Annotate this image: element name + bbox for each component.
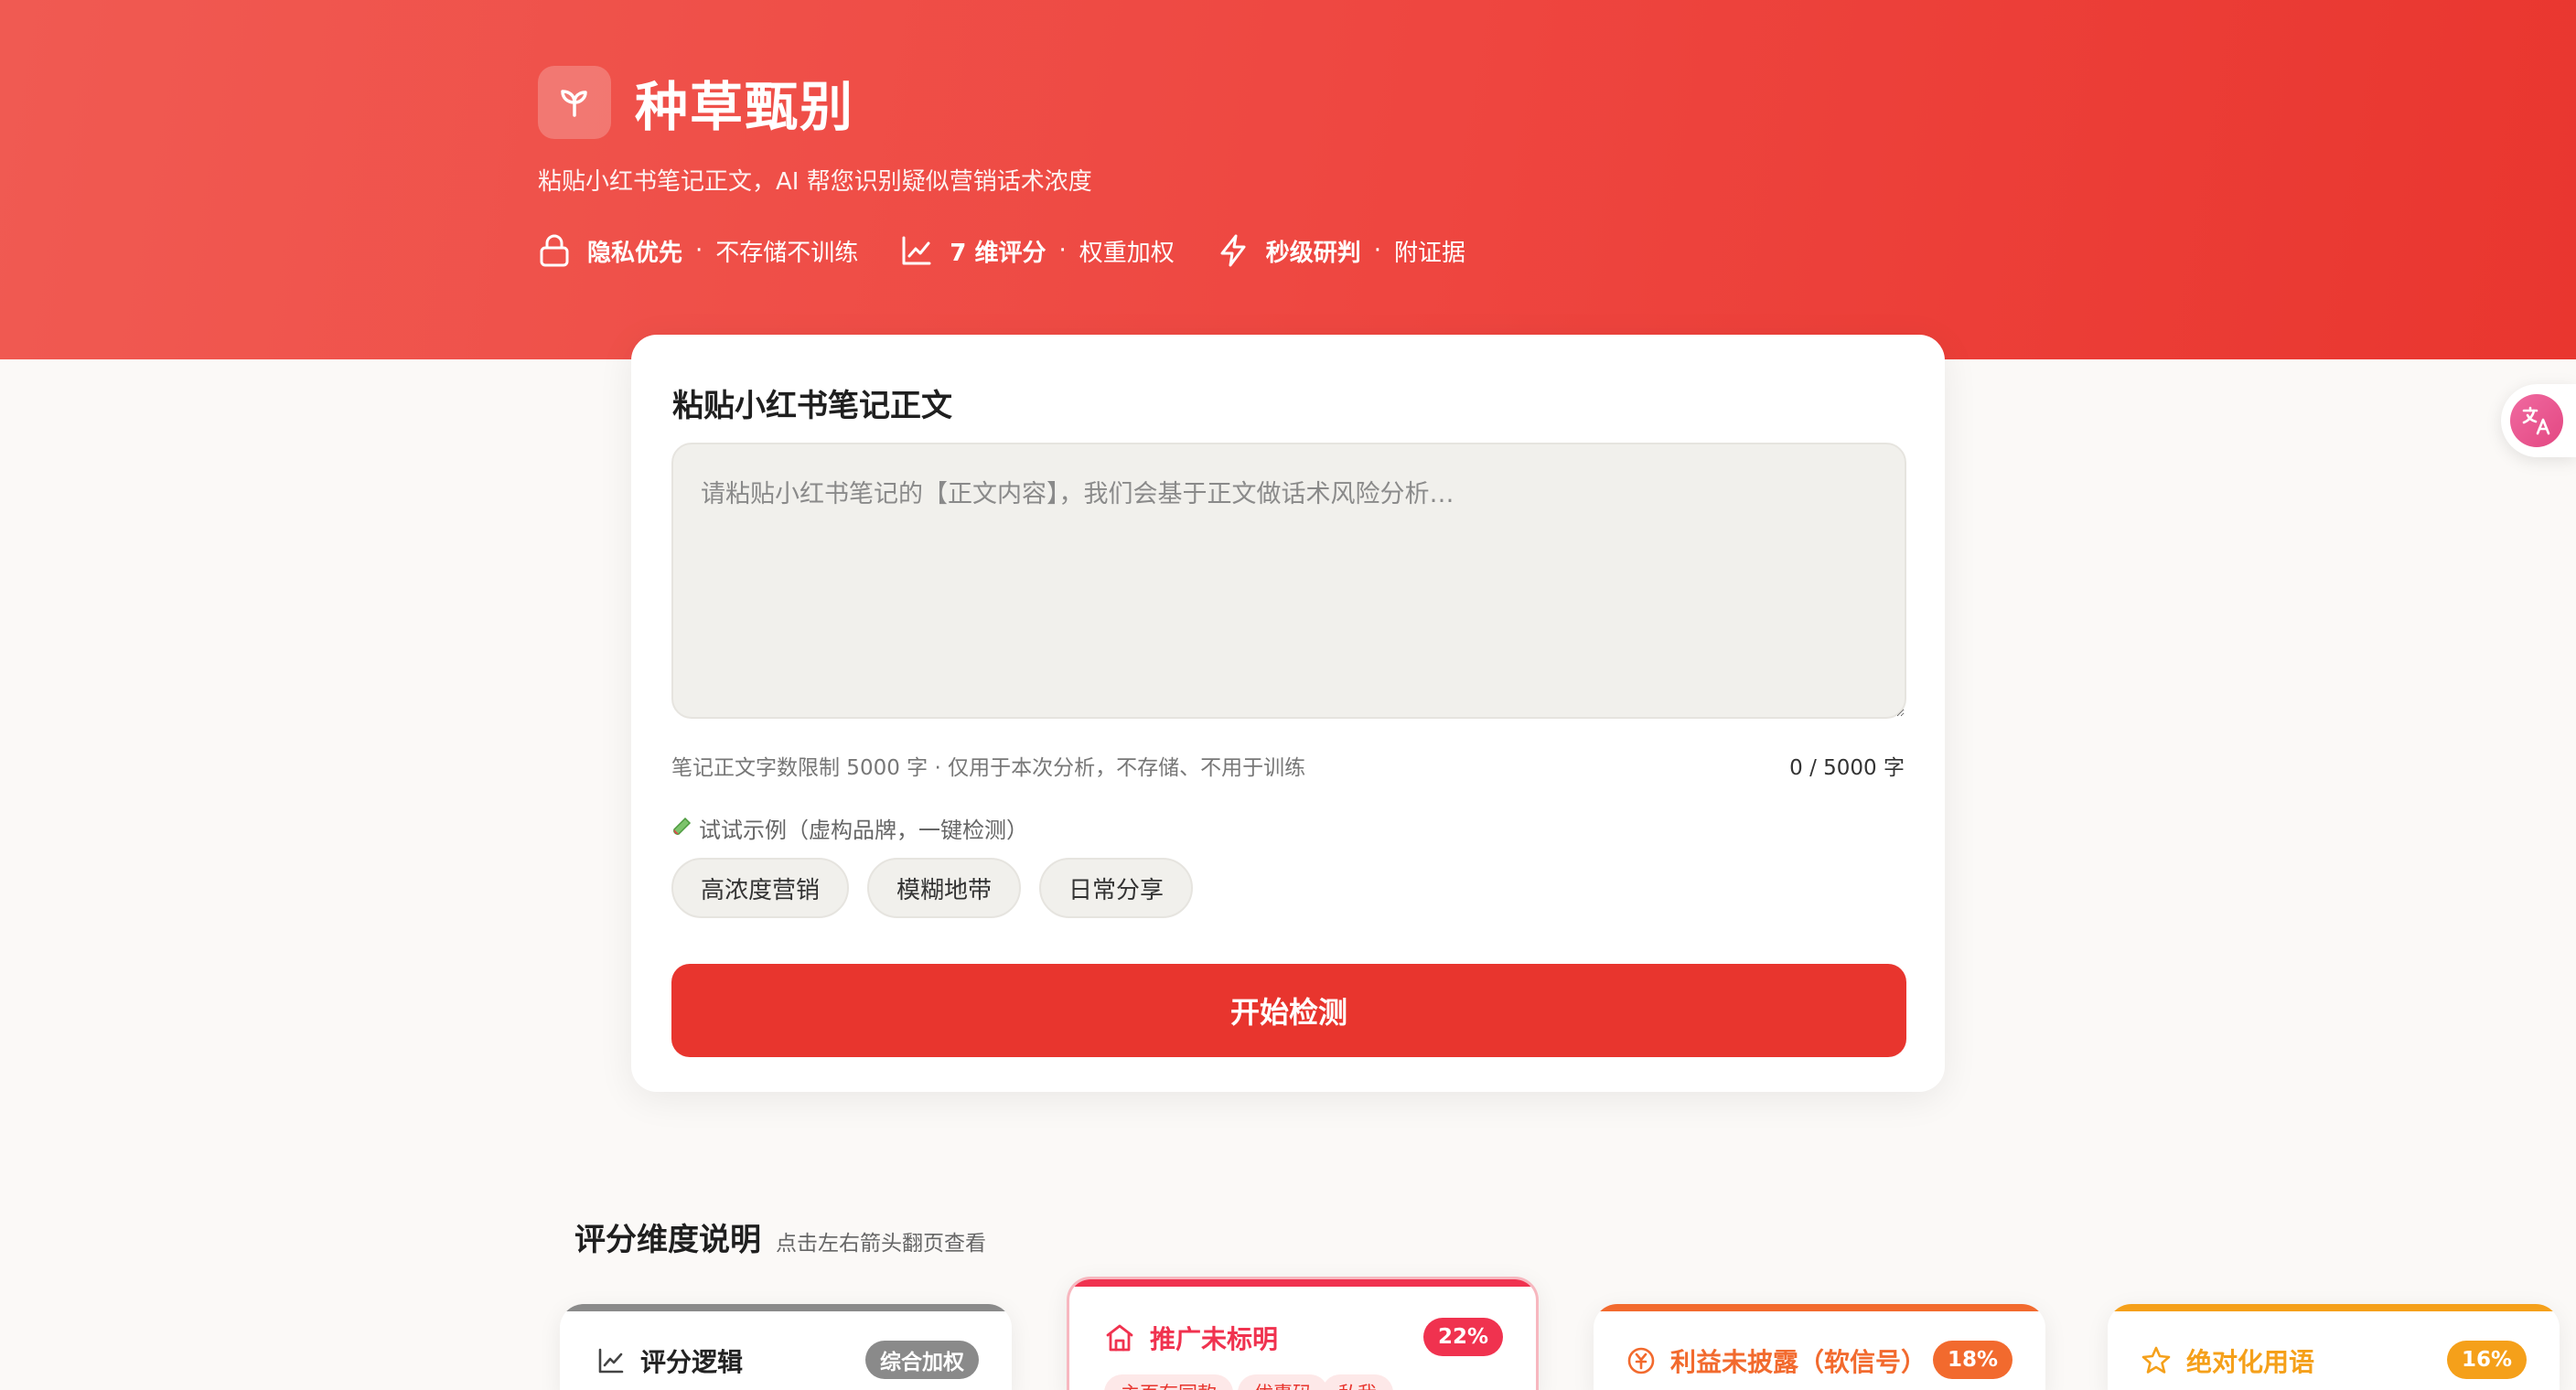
dimension-tag: 主页有同款: [1104, 1374, 1233, 1390]
feature-dot: ·: [1373, 237, 1382, 264]
translate-floating-button[interactable]: [2501, 384, 2576, 457]
feature-strong: 隐私优先: [587, 239, 683, 267]
dimension-title: 推广未标明: [1150, 1324, 1279, 1354]
section-title: 评分维度说明: [574, 1222, 761, 1258]
example-chip-gray[interactable]: 模糊地带: [867, 858, 1022, 918]
feature-text: 权重加权: [1079, 239, 1175, 267]
feature-dot: ·: [1058, 237, 1067, 264]
input-hint: 笔记正文字数限制 5000 字 · 仅用于本次分析，不存储、不用于训练: [671, 756, 1306, 780]
example-label-text: 试试示例（虚构品牌，一键检测）: [699, 818, 1028, 843]
feature-list: 隐私优先 · 不存储不训练 7 维评分 · 权重加权 秒级研判 · 附证据: [538, 233, 1508, 268]
card-accent-bar: [560, 1304, 1012, 1311]
lock-icon: [540, 234, 569, 267]
feature-strong: 7 维评分: [950, 239, 1046, 267]
dimension-tag: 优惠码: [1238, 1374, 1328, 1390]
example-chips: 高浓度营销 模糊地带 日常分享: [671, 858, 1211, 918]
feature-privacy: 隐私优先 · 不存储不训练: [538, 233, 858, 268]
dimension-head: 绝对化用语: [2141, 1342, 2314, 1379]
card-accent-bar: [1594, 1304, 2045, 1311]
section-subtitle: 点击左右箭头翻页查看: [776, 1232, 986, 1256]
example-chip-daily[interactable]: 日常分享: [1039, 858, 1194, 918]
dimension-head: 利益未披露（软信号）: [1626, 1342, 1927, 1379]
coin-icon: [1627, 1347, 1655, 1374]
chart-line-icon: [598, 1348, 624, 1374]
bolt-icon: [1220, 234, 1246, 267]
dimension-badge: 综合加权: [865, 1341, 979, 1379]
input-card: 粘贴小红书笔记正文 笔记正文字数限制 5000 字 · 仅用于本次分析，不存储、…: [631, 335, 1945, 1092]
hero-banner: 种草甄别 粘贴小红书笔记正文，AI 帮您识别疑似营销话术浓度 隐私优先 · 不存…: [0, 0, 2576, 359]
card-title: 粘贴小红书笔记正文: [672, 388, 952, 424]
app-title: 种草甄别: [635, 76, 855, 138]
dimension-badge: 16%: [2446, 1341, 2527, 1379]
card-accent-bar: [1069, 1279, 1536, 1287]
feature-text: 附证据: [1394, 239, 1466, 267]
example-label: 试试示例（虚构品牌，一键检测）: [671, 812, 1028, 844]
dimension-badge: 18%: [1932, 1341, 2012, 1379]
feature-scoring: 7 维评分 · 权重加权: [900, 234, 1175, 268]
dimension-card-absolute[interactable]: 绝对化用语 16%: [2108, 1304, 2560, 1390]
dimension-title: 绝对化用语: [2186, 1347, 2315, 1377]
feature-text: 不存储不训练: [715, 239, 859, 267]
test-tube-icon: [673, 817, 692, 835]
chart-line-icon: [902, 236, 931, 265]
dimension-card-interest[interactable]: 利益未披露（软信号） 18%: [1594, 1304, 2045, 1390]
section-header: 评分维度说明 点击左右箭头翻页查看: [574, 1214, 986, 1259]
start-detect-button[interactable]: 开始检测: [671, 964, 1906, 1057]
translate-icon: [2510, 394, 2563, 447]
feature-speed: 秒级研判 · 附证据: [1217, 233, 1465, 268]
char-counter: 0 / 5000 字: [1789, 756, 1905, 780]
dimension-title: 评分逻辑: [640, 1347, 744, 1377]
dimension-title: 利益未披露（软信号）: [1670, 1347, 1927, 1377]
dimension-head: 评分逻辑: [596, 1342, 743, 1379]
dimension-card-promo[interactable]: 推广未标明 22% 主页有同款 优惠码 私我: [1067, 1277, 1539, 1390]
card-accent-bar: [2108, 1304, 2560, 1311]
dimension-head: 推广未标明: [1104, 1320, 1278, 1356]
dimension-card-logic[interactable]: 评分逻辑 综合加权: [560, 1304, 1012, 1390]
note-text-input[interactable]: [671, 443, 1906, 719]
hero-subtitle: 粘贴小红书笔记正文，AI 帮您识别疑似营销话术浓度: [538, 168, 1092, 196]
star-icon: [2141, 1346, 2171, 1374]
example-chip-high[interactable]: 高浓度营销: [671, 858, 850, 918]
sprout-icon: [538, 66, 611, 139]
brand: 种草甄别: [538, 64, 854, 141]
store-icon: [1106, 1324, 1133, 1352]
dimension-badge: 22%: [1422, 1318, 1503, 1356]
feature-dot: ·: [695, 237, 703, 264]
dimension-tag: 私我: [1322, 1374, 1393, 1390]
feature-strong: 秒级研判: [1265, 239, 1361, 267]
